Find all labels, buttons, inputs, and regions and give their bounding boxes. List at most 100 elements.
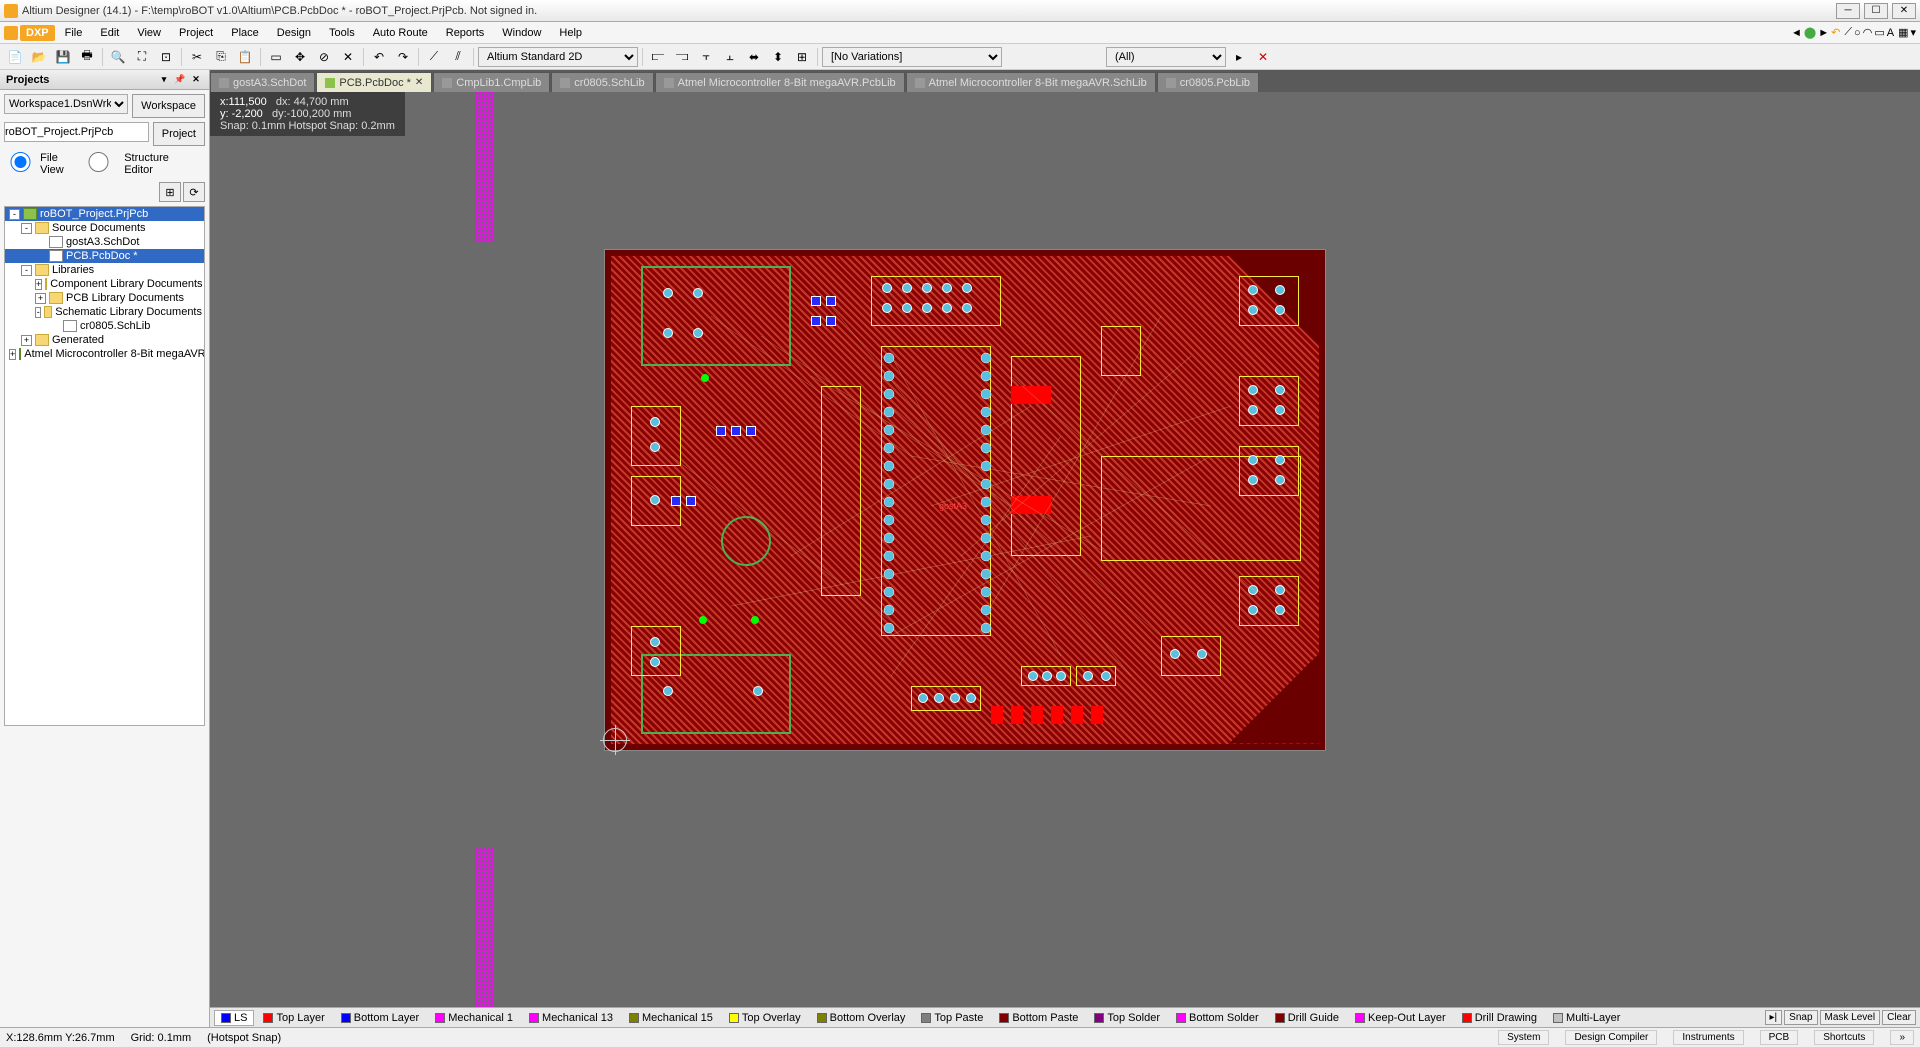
connector[interactable] (1239, 446, 1299, 496)
layer-tab[interactable]: Bottom Overlay (810, 1010, 913, 1026)
more-icon[interactable]: ▾ (1910, 26, 1916, 39)
layer-btn-snap[interactable]: Snap (1784, 1010, 1817, 1025)
menu-tools[interactable]: Tools (321, 25, 363, 41)
layer-tab[interactable]: Keep-Out Layer (1348, 1010, 1453, 1026)
status-instruments[interactable]: Instruments (1673, 1030, 1743, 1045)
layer-tab[interactable]: Mechanical 15 (622, 1010, 720, 1026)
save-icon[interactable]: 💾 (52, 46, 74, 68)
move-icon[interactable]: ✥ (289, 46, 311, 68)
connector[interactable] (911, 686, 981, 711)
layer-tab[interactable]: Drill Drawing (1455, 1010, 1544, 1026)
workspace-select[interactable]: Workspace1.DsnWrk (4, 94, 128, 114)
layer-tab[interactable]: Top Overlay (722, 1010, 808, 1026)
menu-file[interactable]: File (57, 25, 91, 41)
print-icon[interactable]: 🖶 (76, 46, 98, 68)
smd-pad[interactable] (1051, 706, 1063, 724)
variations-select[interactable]: [No Variations] (822, 47, 1002, 67)
document-tab[interactable]: cr0805.SchLib (551, 72, 653, 92)
layer-tab[interactable]: LS (214, 1010, 254, 1026)
open-icon[interactable]: 📂 (28, 46, 50, 68)
connector[interactable] (1239, 276, 1299, 326)
menu-edit[interactable]: Edit (92, 25, 127, 41)
layer-tab[interactable]: Top Layer (256, 1010, 331, 1026)
tree-btn2-icon[interactable]: ⟳ (183, 182, 205, 202)
rect-icon[interactable]: ▭ (1874, 26, 1884, 39)
zoom-fit-icon[interactable]: ⛶ (131, 46, 153, 68)
smd-pad[interactable] (1011, 706, 1023, 724)
close-button[interactable]: ✕ (1892, 3, 1916, 19)
document-tab[interactable]: CmpLib1.CmpLib (433, 72, 550, 92)
structure-radio[interactable]: Structure Editor (76, 152, 168, 176)
menu-help[interactable]: Help (551, 25, 590, 41)
route-icon[interactable]: ⟋ (1844, 26, 1852, 39)
zoom-area-icon[interactable]: 🔍 (107, 46, 129, 68)
tree-node[interactable]: cr0805.SchLib (5, 319, 204, 333)
connector[interactable] (1239, 376, 1299, 426)
copy-icon[interactable]: ⎘ (210, 46, 232, 68)
layer-btn-mask-level[interactable]: Mask Level (1820, 1010, 1881, 1025)
document-tab[interactable]: Atmel Microcontroller 8-Bit megaAVR.PcbL… (655, 72, 905, 92)
layer-tab[interactable]: Bottom Solder (1169, 1010, 1266, 1026)
connector[interactable] (1239, 576, 1299, 626)
tree-node[interactable]: +Atmel Microcontroller 8-Bit megaAVR (5, 347, 204, 361)
menu-place[interactable]: Place (223, 25, 267, 41)
filter-select[interactable]: (All) (1106, 47, 1226, 67)
smd-pad[interactable] (1031, 706, 1043, 724)
layer-scroll-icon[interactable]: ▸| (1765, 1010, 1783, 1025)
tree-node[interactable]: -Schematic Library Documents (5, 305, 204, 319)
nav-up-icon[interactable]: ↶ (1831, 26, 1840, 39)
undo-icon[interactable]: ↶ (368, 46, 390, 68)
component-outline[interactable] (721, 516, 771, 566)
filter-clear-icon[interactable]: ✕ (1252, 46, 1274, 68)
tree-node[interactable]: -roBOT_Project.PrjPcb (5, 207, 204, 221)
layer-tab[interactable]: Top Paste (914, 1010, 990, 1026)
smd-pad[interactable] (1011, 496, 1051, 514)
viewmode-select[interactable]: Altium Standard 2D (478, 47, 638, 67)
layer-tab[interactable]: Bottom Layer (334, 1010, 426, 1026)
layer-tab[interactable]: Mechanical 13 (522, 1010, 620, 1026)
connector[interactable] (1161, 636, 1221, 676)
nav-home-icon[interactable]: ⬤ (1804, 26, 1816, 39)
diff-pair-icon[interactable]: ⫽ (447, 46, 469, 68)
pcb-board[interactable]: gostA3 (605, 250, 1325, 750)
layer-tab[interactable]: Top Solder (1087, 1010, 1167, 1026)
panel-close-icon[interactable]: ✕ (189, 73, 203, 87)
document-tab[interactable]: PCB.PcbDoc *✕ (316, 72, 432, 92)
workspace-button[interactable]: Workspace (132, 94, 205, 118)
project-input[interactable] (4, 122, 149, 142)
status-shortcuts[interactable]: Shortcuts (1814, 1030, 1874, 1045)
route-tool-icon[interactable]: ⟋ (423, 46, 445, 68)
distribute-v-icon[interactable]: ⬍ (767, 46, 789, 68)
status-design-compiler[interactable]: Design Compiler (1565, 1030, 1657, 1045)
menu-dxp[interactable]: DXP (20, 25, 55, 41)
status-pcb[interactable]: PCB (1760, 1030, 1799, 1045)
menu-window[interactable]: Window (494, 25, 549, 41)
component-icon[interactable]: ▦ (1898, 26, 1908, 39)
select-icon[interactable]: ▭ (265, 46, 287, 68)
component-outline[interactable] (871, 276, 1001, 326)
nav-back-icon[interactable]: ◄ (1791, 27, 1802, 39)
distribute-h-icon[interactable]: ⬌ (743, 46, 765, 68)
filter-apply-icon[interactable]: ▸ (1228, 46, 1250, 68)
smd-pad[interactable] (1011, 386, 1051, 404)
component-outline[interactable] (631, 626, 681, 676)
menu-autoroute[interactable]: Auto Route (365, 25, 436, 41)
smd-pad[interactable] (1091, 706, 1103, 724)
project-button[interactable]: Project (153, 122, 205, 146)
tree-node[interactable]: PCB.PcbDoc * (5, 249, 204, 263)
smd-pad[interactable] (991, 706, 1003, 724)
tree-node[interactable]: +Component Library Documents (5, 277, 204, 291)
align-top-icon[interactable]: ⫟ (695, 46, 717, 68)
layer-tab[interactable]: Bottom Paste (992, 1010, 1085, 1026)
layer-tab[interactable]: Mechanical 1 (428, 1010, 520, 1026)
tree-node[interactable]: -Source Documents (5, 221, 204, 235)
document-tab[interactable]: gostA3.SchDot (210, 72, 315, 92)
new-icon[interactable]: 📄 (4, 46, 26, 68)
arc-icon[interactable]: ◠ (1863, 26, 1873, 39)
minimize-button[interactable]: ─ (1836, 3, 1860, 19)
tree-node[interactable]: +Generated (5, 333, 204, 347)
document-tab[interactable]: cr0805.PcbLib (1157, 72, 1259, 92)
project-tree[interactable]: -roBOT_Project.PrjPcb-Source Documentsgo… (4, 206, 205, 726)
align-bottom-icon[interactable]: ⫠ (719, 46, 741, 68)
fileview-radio[interactable]: File View (4, 152, 64, 176)
